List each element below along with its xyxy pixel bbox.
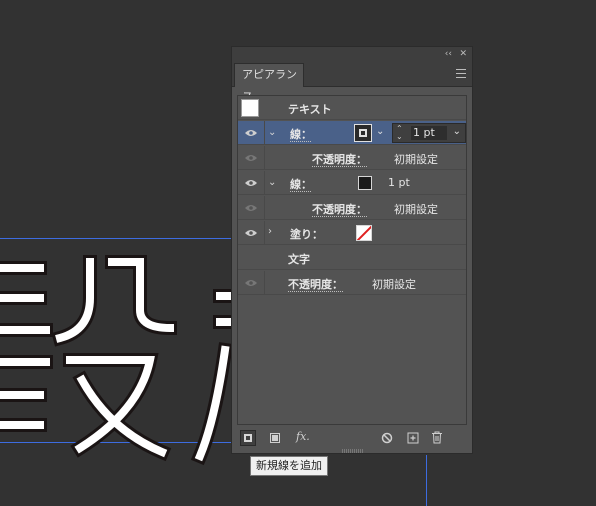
chevron-down-icon[interactable]: ⌄ [268,127,276,138]
artwork-text[interactable] [0,0,232,506]
fill-square-icon [270,433,280,443]
stroke-weight-stepper[interactable]: ⌃ ⌄ 1 pt ⌄ [392,123,466,143]
visibility-eye-icon[interactable] [241,221,261,245]
stepper-arrows-icon[interactable]: ⌃ ⌄ [396,125,403,141]
visibility-eye-icon[interactable] [241,196,261,220]
weight-dropdown-icon[interactable]: ⌄ [453,126,461,137]
opacity-value: 初期設定 [394,203,438,216]
visibility-eye-icon[interactable] [241,121,261,145]
stroke-label-link[interactable]: 線： [290,176,312,192]
fill-none-swatch[interactable] [356,225,372,241]
prohibit-icon [381,432,393,444]
opacity-label-link[interactable]: 不透明度： [288,276,343,292]
text-thumbnail [241,99,259,117]
row-stroke-2-opacity[interactable]: 不透明度： 初期設定 [238,196,466,220]
add-new-stroke-button[interactable] [240,430,256,446]
fx-effects-button[interactable]: fx. [296,430,310,446]
characters-label: 文字 [288,253,310,266]
opacity-value: 初期設定 [372,278,416,291]
opacity-label-link[interactable]: 不透明度： [312,201,367,217]
opacity-value: 初期設定 [394,153,438,166]
row-fill[interactable]: › 塗り： [238,221,466,245]
collapse-icon[interactable]: ‹‹ [445,48,452,60]
duplicate-plus-icon [407,432,419,444]
row-characters[interactable]: 文字 [238,246,466,270]
appearance-panel: ‹‹ ✕ アピアランス テキスト ⌄ 線： ⌄ ⌃⌄ 1 pt ⌄ [231,46,473,454]
guide-vertical [426,455,427,506]
panel-menu-icon[interactable] [456,69,466,78]
appearance-list: テキスト ⌄ 線： ⌄ ⌃ ⌄ 1 pt ⌄ 不透明度： 初期設定 ⌄ 線： 1… [237,95,467,425]
tab-appearance[interactable]: アピアランス [234,63,304,103]
delete-item-button[interactable] [430,430,444,446]
fill-label: 塗り： [290,228,323,241]
row-stroke-2[interactable]: ⌄ 線： 1 pt [238,171,466,195]
clear-appearance-button[interactable] [380,430,394,446]
close-icon[interactable]: ✕ [459,48,467,60]
row-stroke-1-opacity[interactable]: 不透明度： 初期設定 [238,146,466,170]
trash-icon [432,431,442,444]
row-object-opacity[interactable]: 不透明度： 初期設定 [238,271,466,295]
stroke-weight-value: 1 pt [388,176,410,189]
row-stroke-1[interactable]: ⌄ 線： ⌄ ⌃ ⌄ 1 pt ⌄ [238,121,466,145]
visibility-eye-icon[interactable] [241,146,261,170]
row-text-object[interactable]: テキスト [238,96,466,120]
visibility-eye-icon[interactable] [241,171,261,195]
stroke-color-box[interactable] [354,124,372,142]
panel-bottom-toolbar: fx. [232,427,472,449]
row-label: テキスト [288,103,332,116]
stroke-weight-input[interactable]: 1 pt [411,126,447,140]
opacity-label-link[interactable]: 不透明度： [312,151,367,167]
stroke-color-swatch[interactable] [358,176,372,190]
panel-resize-grip[interactable] [342,449,364,453]
chevron-right-icon[interactable]: › [268,226,272,237]
panel-tabbar: アピアランス [232,61,472,103]
duplicate-item-button[interactable] [406,430,420,446]
panel-titlebar[interactable]: ‹‹ ✕ [232,47,472,61]
add-new-fill-button[interactable] [268,430,284,446]
stroke-square-icon [244,434,252,442]
stroke-label-link[interactable]: 線： [290,126,312,142]
visibility-eye-icon[interactable] [241,271,261,295]
color-dropdown-icon[interactable]: ⌄ [376,126,384,137]
chevron-down-icon[interactable]: ⌄ [268,177,276,188]
tooltip: 新規線を追加 [250,456,328,476]
